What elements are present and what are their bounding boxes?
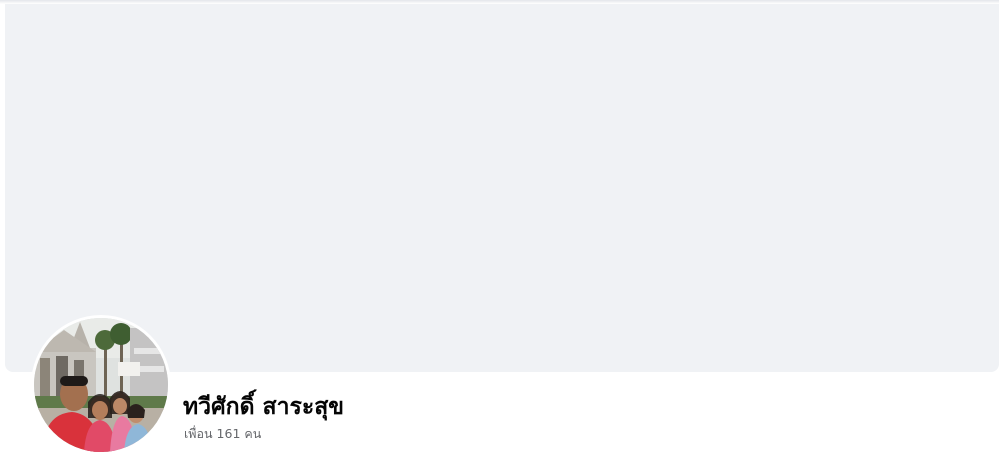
profile-name[interactable]: ทวีศักดิ์ สาระสุข bbox=[183, 392, 344, 422]
friends-count[interactable]: เพื่อน 161 คน bbox=[184, 426, 261, 442]
profile-avatar[interactable] bbox=[34, 318, 168, 452]
cover-photo-area[interactable] bbox=[5, 4, 999, 372]
avatar-photo-image bbox=[34, 318, 168, 452]
profile-header: ทวีศักดิ์ สาระสุข เพื่อน 161 คน bbox=[0, 0, 999, 466]
